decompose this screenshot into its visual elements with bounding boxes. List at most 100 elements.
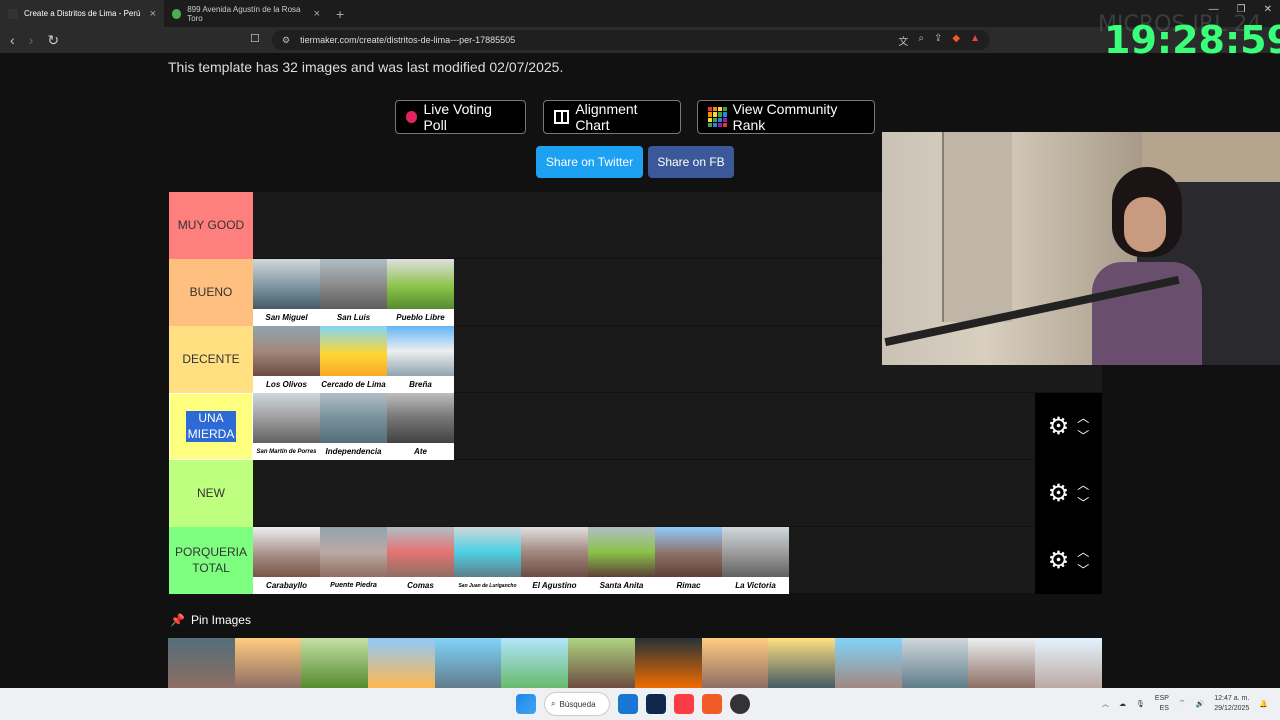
wifi-icon[interactable]: ⌔ bbox=[1179, 699, 1186, 708]
rewards-icon[interactable]: ▲ bbox=[970, 33, 980, 48]
pin-images-label: Pin Images bbox=[190, 613, 251, 627]
photoshop-icon[interactable] bbox=[646, 694, 666, 714]
pool-image[interactable] bbox=[1034, 638, 1102, 688]
pool-image[interactable] bbox=[968, 638, 1035, 688]
tier-label[interactable]: NEW bbox=[169, 460, 253, 527]
windows-taskbar: ⌕ Búsqueda ︿ ☁ 🎙 ESP ES ⌔ 🔊 12:47 a. m. … bbox=[0, 688, 1280, 720]
move-arrows: ︿ ﹀ bbox=[1077, 479, 1089, 509]
gear-icon[interactable]: ⚙ bbox=[1048, 546, 1070, 575]
tier-label[interactable]: BUENO bbox=[169, 259, 253, 326]
site-info-icon[interactable]: ⚙ bbox=[282, 35, 290, 46]
tier-row: UNA MIERDA San Martín de Porres Independ… bbox=[169, 393, 1102, 460]
tier-items: San Martín de Porres Independencia Ate bbox=[253, 393, 454, 460]
tab-maps[interactable]: 899 Avenida Agustín de la Rosa Toro × bbox=[164, 0, 328, 27]
tier-label[interactable]: DECENTE bbox=[169, 326, 253, 393]
chevron-up-icon[interactable]: ︿ bbox=[1077, 546, 1089, 558]
pool-image[interactable] bbox=[234, 638, 302, 688]
tier-label[interactable]: MUY GOOD bbox=[169, 192, 253, 259]
tier-row: PORQUERIA TOTAL Carabayllo Puente Piedra… bbox=[169, 527, 1102, 594]
pool-image[interactable] bbox=[834, 638, 902, 688]
tier-item[interactable]: San Martín de Porres bbox=[253, 393, 320, 460]
pool-image[interactable] bbox=[701, 638, 769, 688]
live-voting-label: Live Voting Poll bbox=[423, 101, 492, 133]
pin-images-toggle[interactable]: 📌 Pin Images bbox=[170, 613, 251, 627]
chevron-down-icon[interactable]: ﹀ bbox=[1077, 497, 1089, 509]
pool-image[interactable] bbox=[568, 638, 635, 688]
new-tab-icon[interactable]: + bbox=[328, 6, 352, 22]
tier-item[interactable]: Los Olivos bbox=[253, 326, 320, 393]
obs-icon[interactable] bbox=[730, 694, 750, 714]
tier-controls: ⚙ ︿ ﹀ bbox=[1035, 393, 1102, 460]
chevron-up-icon[interactable]: ︿ bbox=[1077, 412, 1089, 424]
tier-item[interactable]: Rimac bbox=[655, 527, 722, 594]
zoom-icon[interactable]: ⌕ bbox=[918, 33, 924, 48]
pool-image[interactable] bbox=[368, 638, 435, 688]
bookmark-icon[interactable]: ☐ bbox=[250, 32, 260, 45]
tab-tiermaker[interactable]: Create a Distritos de Lima - Perú × bbox=[0, 0, 164, 27]
tier-item[interactable]: San Luis bbox=[320, 259, 387, 326]
tier-item[interactable]: Puente Piedra bbox=[320, 527, 387, 594]
tier-item[interactable]: Ate bbox=[387, 393, 454, 460]
file-explorer-icon[interactable] bbox=[618, 694, 638, 714]
tier-item[interactable]: El Agustino bbox=[521, 527, 588, 594]
mic-icon[interactable]: 🎙 bbox=[1136, 700, 1145, 708]
tier-item[interactable]: Breña bbox=[387, 326, 454, 393]
close-tab-icon[interactable]: × bbox=[150, 8, 156, 20]
pool-image[interactable] bbox=[634, 638, 702, 688]
alignment-chart-button[interactable]: Alignment Chart bbox=[543, 100, 681, 134]
tier-item[interactable]: San Juan de Lurigancho bbox=[454, 527, 521, 594]
tier-label[interactable]: PORQUERIA TOTAL bbox=[169, 527, 253, 594]
share-twitter-button[interactable]: Share on Twitter bbox=[536, 146, 643, 178]
pool-image[interactable] bbox=[901, 638, 969, 688]
gear-icon[interactable]: ⚙ bbox=[1048, 412, 1070, 441]
tier-item[interactable]: Comas bbox=[387, 527, 454, 594]
tray-chevron-icon[interactable]: ︿ bbox=[1102, 699, 1109, 709]
notification-bell-icon[interactable]: 🔔 bbox=[1259, 700, 1268, 708]
taskbar-search[interactable]: ⌕ Búsqueda bbox=[544, 692, 610, 716]
pool-image[interactable] bbox=[434, 638, 502, 688]
community-rank-button[interactable]: View Community Rank bbox=[697, 100, 875, 134]
tier-item[interactable]: San Miguel bbox=[253, 259, 320, 326]
pool-image[interactable] bbox=[501, 638, 569, 688]
cloud-icon[interactable]: ☁ bbox=[1119, 700, 1126, 708]
search-icon: ⌕ bbox=[551, 699, 556, 708]
item-caption: Puente Piedra bbox=[320, 577, 387, 594]
forward-icon[interactable]: › bbox=[29, 32, 34, 49]
tier-item[interactable]: Cercado de Lima bbox=[320, 326, 387, 393]
share-icon[interactable]: ⇪ bbox=[934, 33, 942, 48]
close-window-icon[interactable]: ✕ bbox=[1264, 4, 1272, 15]
tab-title: Create a Distritos de Lima - Perú bbox=[24, 9, 141, 18]
pool-image[interactable] bbox=[168, 638, 235, 688]
tier-controls: ⚙ ︿ ﹀ bbox=[1035, 460, 1102, 527]
reload-icon[interactable]: ↻ bbox=[47, 32, 59, 49]
music-icon[interactable] bbox=[674, 694, 694, 714]
omnibox-actions: 文 ⌕ ⇪ ◆ ▲ bbox=[898, 33, 990, 48]
tier-item[interactable]: Independencia bbox=[320, 393, 387, 460]
share-fb-button[interactable]: Share on FB bbox=[648, 146, 734, 178]
move-arrows: ︿ ﹀ bbox=[1077, 546, 1089, 576]
brave-browser-icon[interactable] bbox=[702, 694, 722, 714]
language-indicator[interactable]: ESP ES bbox=[1155, 694, 1169, 714]
url-bar[interactable]: ⚙ tiermaker.com/create/distritos-de-lima… bbox=[272, 30, 990, 50]
translate-icon[interactable]: 文 bbox=[898, 33, 908, 48]
pool-image[interactable] bbox=[301, 638, 369, 688]
tier-item[interactable]: Pueblo Libre bbox=[387, 259, 454, 326]
tier-item[interactable]: Carabayllo bbox=[253, 527, 320, 594]
brave-shield-icon[interactable]: ◆ bbox=[952, 33, 960, 48]
tier-item[interactable]: La Victoria bbox=[722, 527, 789, 594]
back-icon[interactable]: ‹ bbox=[10, 32, 15, 49]
item-caption: Breña bbox=[387, 376, 454, 393]
tier-items: Carabayllo Puente Piedra Comas San Juan … bbox=[253, 527, 789, 594]
tier-item[interactable]: Santa Anita bbox=[588, 527, 655, 594]
pool-image[interactable] bbox=[768, 638, 835, 688]
windows-start-icon[interactable] bbox=[516, 694, 536, 714]
chevron-up-icon[interactable]: ︿ bbox=[1077, 479, 1089, 491]
volume-icon[interactable]: 🔊 bbox=[1196, 700, 1205, 708]
chevron-down-icon[interactable]: ﹀ bbox=[1077, 430, 1089, 442]
live-voting-button[interactable]: Live Voting Poll bbox=[395, 100, 526, 134]
tier-label[interactable]: UNA MIERDA bbox=[169, 393, 253, 460]
gear-icon[interactable]: ⚙ bbox=[1048, 479, 1070, 508]
close-tab-icon[interactable]: × bbox=[314, 8, 320, 20]
chevron-down-icon[interactable]: ﹀ bbox=[1077, 564, 1089, 576]
system-clock[interactable]: 12:47 a. m. 29/12/2025 bbox=[1214, 694, 1249, 714]
